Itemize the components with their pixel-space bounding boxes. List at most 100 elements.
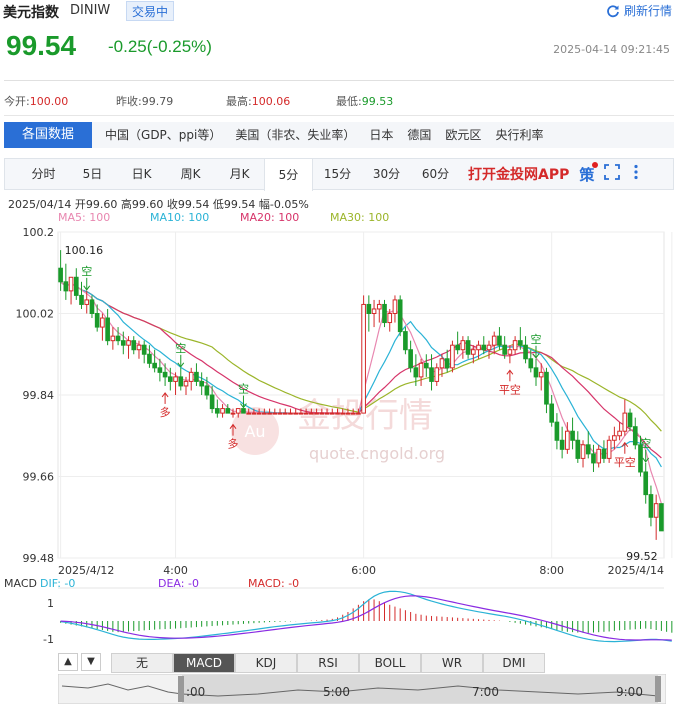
indicator-tab-rsi[interactable]: RSI: [297, 653, 359, 673]
candle: [84, 299, 90, 305]
macd-legend: MACD DIF: -0 DEA: -0 MACD: -0: [4, 577, 299, 590]
navigator-label: 9:00: [616, 685, 643, 699]
y-tick-label: 100.02: [16, 308, 55, 321]
macd-legend-macd: MACD: -0: [248, 577, 300, 590]
trading-status-badge: 交易中: [126, 1, 175, 21]
candle: [470, 349, 476, 355]
candle: [324, 412, 330, 415]
time-range-navigator[interactable]: :00 5:00 7:00 9:00: [58, 674, 666, 704]
candle: [293, 412, 299, 415]
candle: [659, 503, 664, 532]
tab-weekly-k[interactable]: 周K: [166, 159, 215, 189]
candle: [68, 276, 74, 292]
candle: [491, 335, 497, 346]
tab-60min[interactable]: 60分: [411, 159, 460, 189]
candle: [131, 340, 137, 351]
scroll-down-button[interactable]: ▼: [81, 653, 101, 671]
candle: [617, 430, 622, 437]
candle: [79, 294, 84, 305]
nav-item-usa[interactable]: 美国（非农、失业率）: [228, 122, 362, 148]
candle: [465, 340, 471, 355]
candle: [376, 303, 382, 310]
watermark-url: quote.cngold.org: [309, 444, 445, 463]
candle: [230, 412, 236, 415]
candle: [350, 412, 356, 415]
nav-item-eurozone[interactable]: 欧元区: [438, 122, 488, 148]
candle: [194, 371, 199, 382]
refresh-label: 刷新行情: [623, 4, 672, 18]
indicator-tab-none[interactable]: 无: [111, 653, 173, 673]
open-app-link[interactable]: 打开金投网APP: [468, 164, 569, 184]
candle: [183, 380, 189, 387]
stat-low: 最低:99.53: [336, 95, 394, 108]
candle: [403, 331, 408, 351]
candle: [241, 408, 246, 414]
nav-country-data[interactable]: 各国数据: [4, 122, 93, 148]
y-tick-label: 99.48: [23, 552, 55, 565]
nav-item-germany[interactable]: 德国: [400, 122, 438, 148]
sell-signal-label: 空: [238, 382, 249, 396]
tab-intraday[interactable]: 分时: [19, 159, 68, 189]
navigator-selection[interactable]: [182, 675, 658, 703]
buy-signal-label: 多: [160, 405, 171, 419]
navigator-left-handle[interactable]: [178, 676, 184, 702]
scroll-up-button[interactable]: ▲: [58, 653, 78, 671]
strategy-label: 策: [579, 165, 595, 184]
candle: [94, 313, 100, 328]
refresh-button[interactable]: 刷新行情: [606, 2, 672, 19]
nav-item-japan[interactable]: 日本: [362, 122, 400, 148]
candle: [418, 362, 424, 378]
candle: [115, 335, 121, 342]
indicator-tab-dmi[interactable]: DMI: [483, 653, 545, 673]
candle: [147, 353, 152, 364]
current-price: 99.54: [6, 30, 77, 61]
candle: [507, 349, 513, 355]
candle: [215, 408, 220, 414]
nav-item-china[interactable]: 中国（GDP、ppi等）: [98, 122, 228, 148]
stat-high: 最高:100.06: [226, 95, 291, 108]
candle: [110, 335, 116, 342]
candle: [272, 412, 278, 415]
candle: [63, 281, 69, 292]
tab-5min[interactable]: 5分: [264, 158, 313, 191]
candle: [632, 426, 638, 446]
tab-daily-k[interactable]: 日K: [117, 159, 166, 189]
candle: [533, 367, 539, 378]
indicator-tab-boll[interactable]: BOLL: [359, 653, 421, 673]
candle: [366, 303, 372, 314]
candle: [538, 371, 544, 378]
tab-15min[interactable]: 15分: [313, 159, 362, 189]
candle: [246, 412, 252, 415]
candle: [220, 408, 225, 414]
sell-signal-label: 空: [175, 341, 186, 355]
candle: [335, 412, 340, 415]
candle: [408, 349, 413, 369]
indicator-tab-wr[interactable]: WR: [421, 653, 483, 673]
candle: [528, 358, 534, 369]
navigator-label: :00: [186, 685, 205, 699]
candle: [460, 340, 466, 351]
indicator-tab-kdj[interactable]: KDJ: [235, 653, 297, 673]
candle: [199, 380, 204, 387]
macd-tick-label: 1: [47, 597, 54, 610]
divider: [4, 80, 674, 81]
x-tick-label: 6:00: [351, 564, 376, 577]
navigator-right-handle[interactable]: [655, 676, 661, 702]
stat-open: 今开:100.00: [4, 95, 69, 108]
candle: [423, 362, 429, 369]
strategy-button[interactable]: 策: [579, 161, 599, 185]
candle: [157, 367, 163, 373]
nav-item-central-bank-rates[interactable]: 央行利率: [488, 122, 550, 148]
x-tick-label: 2025/4/12: [58, 564, 114, 577]
stat-prev-close: 昨收:99.79: [116, 95, 174, 108]
indicator-tab-macd[interactable]: MACD: [173, 653, 235, 673]
tab-monthly-k[interactable]: 月K: [215, 159, 264, 189]
tab-5day[interactable]: 5日: [68, 159, 117, 189]
tab-30min[interactable]: 30分: [362, 159, 411, 189]
candle: [73, 276, 79, 296]
fullscreen-icon[interactable]: [604, 164, 621, 184]
candle: [518, 340, 523, 346]
ohlc-info: 2025/04/14 开99.60 高99.60 收99.54 低99.54 幅…: [8, 198, 309, 211]
candle: [267, 412, 272, 415]
more-options-icon[interactable]: [634, 164, 638, 184]
